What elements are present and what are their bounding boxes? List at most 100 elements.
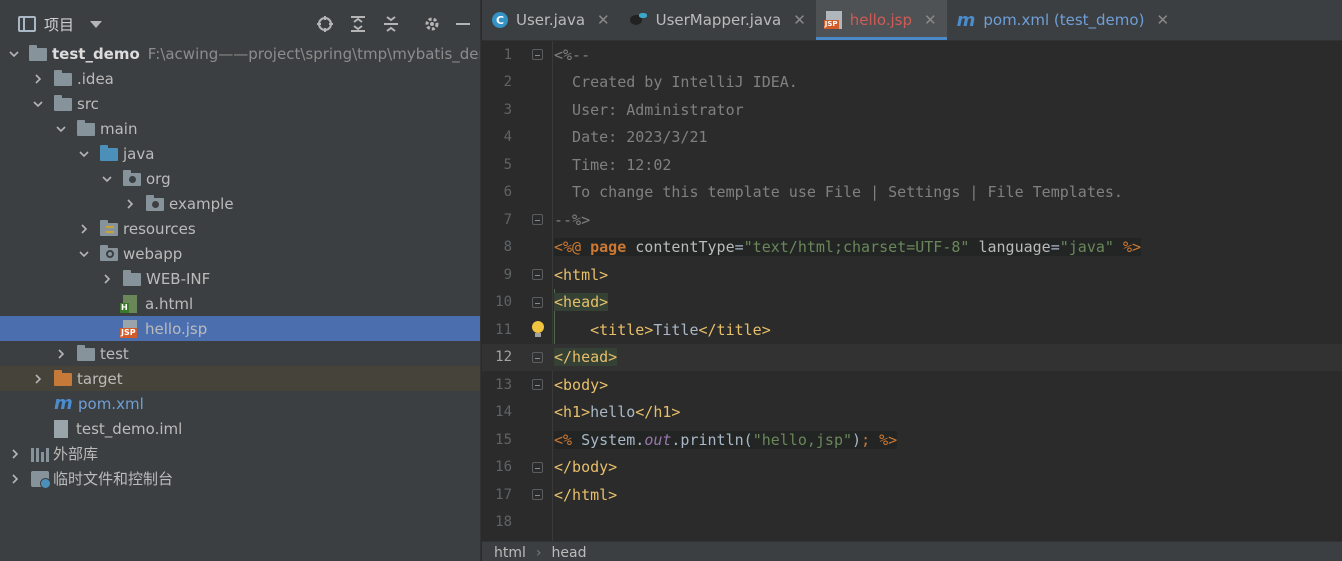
code-line[interactable]: 7 --%> [482,206,1342,234]
code-line[interactable]: 18 [482,509,1342,537]
module-path: F:\acwing——project\spring\tmp\mybatis_de… [147,44,481,63]
tree-item-label: resources [123,219,196,238]
breadcrumb-item[interactable]: html [494,545,526,561]
tree-item-webapp[interactable]: webapp [0,241,480,266]
gear-icon[interactable] [421,13,443,35]
tree-item-外部库[interactable]: 外部库 [0,441,480,466]
code-line[interactable]: 14 <h1>hello</h1> [482,399,1342,427]
tree-item-target[interactable]: target [0,366,480,391]
line-number: 2 [503,74,512,91]
hide-panel-icon[interactable] [452,13,474,35]
chevron-down-icon[interactable] [77,247,91,261]
code-line[interactable]: 4 Date: 2023/3/21 [482,124,1342,152]
fold-marker-icon[interactable] [532,269,543,280]
code-line[interactable]: 5 Time: 12:02 [482,151,1342,179]
line-number: 10 [495,294,512,311]
tab-pom-xml[interactable]: m pom.xml (test_demo) ✕ [947,0,1179,40]
tree-item--idea[interactable]: .idea [0,66,480,91]
line-number: 6 [503,184,512,201]
fold-marker-icon[interactable] [532,49,543,60]
code-line[interactable]: 1 <%-- [482,41,1342,69]
fold-marker-icon[interactable] [532,296,543,308]
chevron-down-icon[interactable] [8,47,20,61]
code-line[interactable]: 6 To change this template use File | Set… [482,179,1342,207]
tree-item-example[interactable]: example [0,191,480,216]
project-panel-title[interactable]: 项目 [44,14,74,35]
close-icon[interactable]: ✕ [924,11,937,29]
code-line[interactable]: 13 <body> [482,371,1342,399]
tree-item-test_demo-iml[interactable]: test_demo.iml [0,416,480,441]
code-line[interactable]: 17 </html> [482,481,1342,509]
tree-item-src[interactable]: src [0,91,480,116]
chevron-right-icon[interactable] [8,472,22,486]
gutter [512,344,554,372]
chevron-right-icon[interactable] [31,72,45,86]
tree-item-java[interactable]: java [0,141,480,166]
code-line[interactable]: 10 <head> [482,289,1342,317]
chevron-down-icon[interactable] [31,97,45,111]
tree-item-org[interactable]: org [0,166,480,191]
collapse-all-icon[interactable] [380,13,402,35]
code-line[interactable]: 16 </body> [482,454,1342,482]
code-editor[interactable]: 1 <%-- 2 Created by IntelliJ IDEA. 3 User: … [482,41,1342,541]
lightbulb-icon[interactable] [532,321,544,337]
tree-item-resources[interactable]: resources [0,216,480,241]
code-line[interactable]: 2 Created by IntelliJ IDEA. [482,69,1342,97]
close-icon[interactable]: ✕ [793,11,806,29]
locate-file-icon[interactable] [314,13,336,35]
tree-item-a-html[interactable]: Ha.html [0,291,480,316]
code-text: <%@ page contentType="text/html;charset=… [554,238,1142,257]
chevron-down-icon[interactable] [77,147,91,161]
chevron-right-icon[interactable] [31,372,45,386]
breadcrumb-item[interactable]: head [552,545,587,561]
code-text: --%> [554,210,591,229]
fold-marker-icon[interactable] [532,379,543,390]
chevron-down-icon[interactable] [90,20,103,28]
tab-usermapper-java[interactable]: UserMapper.java ✕ [620,0,816,40]
code-line[interactable]: 8 <%@ page contentType="text/html;charset… [482,234,1342,262]
close-icon[interactable]: ✕ [597,11,610,29]
gutter [512,41,554,69]
chevron-down-icon[interactable] [100,172,114,186]
line-number: 18 [495,514,512,531]
chevron-right-icon[interactable] [123,197,137,211]
code-line[interactable]: 9 <html> [482,261,1342,289]
folder-icon [77,345,95,361]
tab-user-java[interactable]: C User.java ✕ [482,0,620,40]
code-line[interactable]: 11 <title>Title</title> [482,316,1342,344]
tree-item-main[interactable]: main [0,116,480,141]
line-number: 7 [503,211,512,228]
tree-item-hello-jsp[interactable]: JSP hello.jsp [0,316,480,341]
fold-marker-icon[interactable] [532,214,543,225]
chevron-right-icon[interactable] [77,222,91,236]
folder-icon [54,70,72,86]
code-text: </head> [554,348,618,367]
tree-item-test_demo[interactable]: test_demo F:\acwing——project\spring\tmp\m… [0,41,481,66]
web-folder-icon [100,245,118,261]
tree-item-临时文件和控制台[interactable]: 临时文件和控制台 [0,466,480,491]
chevron-down-icon[interactable] [54,122,68,136]
tree-item-label: example [169,194,234,213]
code-text: </html> [554,485,618,504]
fold-marker-icon[interactable] [532,461,543,473]
gutter [512,426,554,454]
code-text: Created by IntelliJ IDEA. [554,73,798,92]
tree-item-web-inf[interactable]: WEB-INF [0,266,480,291]
code-text: User: Administrator [554,100,744,119]
tab-label: User.java [516,11,586,29]
gutter [512,289,554,317]
fold-marker-icon[interactable] [532,351,543,363]
tree-item-test[interactable]: test [0,341,480,366]
chevron-right-icon[interactable] [54,347,68,361]
chevron-right-icon[interactable] [100,272,114,286]
close-icon[interactable]: ✕ [1156,11,1169,29]
code-line[interactable]: 3 User: Administrator [482,96,1342,124]
chevron-right-icon[interactable] [8,447,22,461]
line-number: 17 [495,486,512,503]
expand-all-icon[interactable] [347,13,369,35]
fold-marker-icon[interactable] [532,489,543,500]
tree-item-pom-xml[interactable]: m pom.xml [0,391,480,416]
code-line[interactable]: 15 <% System.out.println("hello,jsp"); %> [482,426,1342,454]
tab-hello-jsp[interactable]: JSP hello.jsp ✕ [815,0,947,40]
code-line[interactable]: 12 </head> [482,343,1342,372]
